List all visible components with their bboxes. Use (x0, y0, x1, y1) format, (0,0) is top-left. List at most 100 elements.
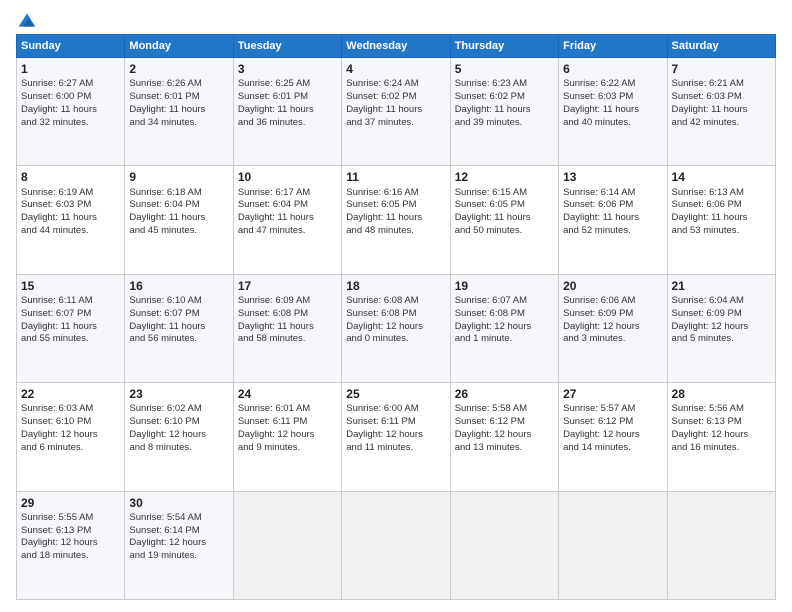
daylight-text: and 19 minutes. (129, 550, 228, 563)
calendar-week-4: 22Sunrise: 6:03 AMSunset: 6:10 PMDayligh… (17, 383, 776, 491)
day-number: 10 (238, 169, 337, 185)
header-day-tuesday: Tuesday (233, 35, 341, 58)
sunrise-text: Sunrise: 5:57 AM (563, 403, 662, 416)
calendar-week-1: 1Sunrise: 6:27 AMSunset: 6:00 PMDaylight… (17, 58, 776, 166)
calendar-cell: 1Sunrise: 6:27 AMSunset: 6:00 PMDaylight… (17, 58, 125, 166)
sunrise-text: Sunrise: 6:00 AM (346, 403, 445, 416)
daylight-text: and 11 minutes. (346, 442, 445, 455)
daylight-text: Daylight: 11 hours (129, 321, 228, 334)
sunset-text: Sunset: 6:14 PM (129, 525, 228, 538)
calendar-cell: 28Sunrise: 5:56 AMSunset: 6:13 PMDayligh… (667, 383, 775, 491)
header-day-sunday: Sunday (17, 35, 125, 58)
daylight-text: and 58 minutes. (238, 333, 337, 346)
day-number: 1 (21, 61, 120, 77)
daylight-text: and 55 minutes. (21, 333, 120, 346)
sunrise-text: Sunrise: 6:17 AM (238, 187, 337, 200)
logo-area (16, 12, 37, 30)
sunset-text: Sunset: 6:10 PM (129, 416, 228, 429)
day-number: 21 (672, 278, 771, 294)
calendar-week-5: 29Sunrise: 5:55 AMSunset: 6:13 PMDayligh… (17, 491, 776, 599)
day-number: 6 (563, 61, 662, 77)
sunrise-text: Sunrise: 5:54 AM (129, 512, 228, 525)
sunrise-text: Sunrise: 6:01 AM (238, 403, 337, 416)
calendar-header-row: SundayMondayTuesdayWednesdayThursdayFrid… (17, 35, 776, 58)
daylight-text: and 36 minutes. (238, 117, 337, 130)
calendar-cell: 15Sunrise: 6:11 AMSunset: 6:07 PMDayligh… (17, 274, 125, 382)
sunset-text: Sunset: 6:02 PM (455, 91, 554, 104)
day-number: 26 (455, 386, 554, 402)
sunset-text: Sunset: 6:05 PM (346, 199, 445, 212)
header-day-thursday: Thursday (450, 35, 558, 58)
calendar-week-3: 15Sunrise: 6:11 AMSunset: 6:07 PMDayligh… (17, 274, 776, 382)
sunset-text: Sunset: 6:05 PM (455, 199, 554, 212)
daylight-text: Daylight: 12 hours (21, 537, 120, 550)
header-day-wednesday: Wednesday (342, 35, 450, 58)
sunrise-text: Sunrise: 6:19 AM (21, 187, 120, 200)
daylight-text: Daylight: 12 hours (563, 321, 662, 334)
daylight-text: and 34 minutes. (129, 117, 228, 130)
sunrise-text: Sunrise: 6:26 AM (129, 78, 228, 91)
daylight-text: Daylight: 12 hours (129, 537, 228, 550)
daylight-text: Daylight: 11 hours (21, 104, 120, 117)
sunset-text: Sunset: 6:07 PM (21, 308, 120, 321)
day-number: 29 (21, 495, 120, 511)
sunrise-text: Sunrise: 6:06 AM (563, 295, 662, 308)
day-number: 27 (563, 386, 662, 402)
daylight-text: and 1 minute. (455, 333, 554, 346)
daylight-text: and 48 minutes. (346, 225, 445, 238)
daylight-text: and 45 minutes. (129, 225, 228, 238)
calendar-cell: 11Sunrise: 6:16 AMSunset: 6:05 PMDayligh… (342, 166, 450, 274)
sunset-text: Sunset: 6:13 PM (21, 525, 120, 538)
day-number: 13 (563, 169, 662, 185)
sunset-text: Sunset: 6:04 PM (238, 199, 337, 212)
day-number: 14 (672, 169, 771, 185)
calendar-cell: 14Sunrise: 6:13 AMSunset: 6:06 PMDayligh… (667, 166, 775, 274)
header-day-monday: Monday (125, 35, 233, 58)
daylight-text: Daylight: 11 hours (346, 104, 445, 117)
daylight-text: and 37 minutes. (346, 117, 445, 130)
daylight-text: and 32 minutes. (21, 117, 120, 130)
daylight-text: Daylight: 12 hours (129, 429, 228, 442)
day-number: 7 (672, 61, 771, 77)
sunset-text: Sunset: 6:01 PM (238, 91, 337, 104)
day-number: 11 (346, 169, 445, 185)
sunset-text: Sunset: 6:07 PM (129, 308, 228, 321)
daylight-text: and 8 minutes. (129, 442, 228, 455)
daylight-text: and 16 minutes. (672, 442, 771, 455)
day-number: 12 (455, 169, 554, 185)
calendar-cell: 29Sunrise: 5:55 AMSunset: 6:13 PMDayligh… (17, 491, 125, 599)
daylight-text: and 52 minutes. (563, 225, 662, 238)
sunrise-text: Sunrise: 6:10 AM (129, 295, 228, 308)
daylight-text: and 47 minutes. (238, 225, 337, 238)
sunrise-text: Sunrise: 6:09 AM (238, 295, 337, 308)
daylight-text: and 14 minutes. (563, 442, 662, 455)
day-number: 8 (21, 169, 120, 185)
calendar-cell: 6Sunrise: 6:22 AMSunset: 6:03 PMDaylight… (559, 58, 667, 166)
calendar-cell: 24Sunrise: 6:01 AMSunset: 6:11 PMDayligh… (233, 383, 341, 491)
calendar-cell: 12Sunrise: 6:15 AMSunset: 6:05 PMDayligh… (450, 166, 558, 274)
daylight-text: and 42 minutes. (672, 117, 771, 130)
day-number: 22 (21, 386, 120, 402)
sunset-text: Sunset: 6:10 PM (21, 416, 120, 429)
sunset-text: Sunset: 6:09 PM (563, 308, 662, 321)
daylight-text: Daylight: 12 hours (672, 321, 771, 334)
sunrise-text: Sunrise: 5:55 AM (21, 512, 120, 525)
calendar-cell (342, 491, 450, 599)
daylight-text: and 6 minutes. (21, 442, 120, 455)
day-number: 3 (238, 61, 337, 77)
page: SundayMondayTuesdayWednesdayThursdayFrid… (0, 0, 792, 612)
sunset-text: Sunset: 6:03 PM (21, 199, 120, 212)
daylight-text: Daylight: 11 hours (238, 321, 337, 334)
daylight-text: and 53 minutes. (672, 225, 771, 238)
daylight-text: Daylight: 12 hours (672, 429, 771, 442)
daylight-text: and 13 minutes. (455, 442, 554, 455)
calendar-cell: 17Sunrise: 6:09 AMSunset: 6:08 PMDayligh… (233, 274, 341, 382)
daylight-text: and 56 minutes. (129, 333, 228, 346)
calendar-cell: 18Sunrise: 6:08 AMSunset: 6:08 PMDayligh… (342, 274, 450, 382)
calendar-cell: 27Sunrise: 5:57 AMSunset: 6:12 PMDayligh… (559, 383, 667, 491)
daylight-text: and 18 minutes. (21, 550, 120, 563)
day-number: 2 (129, 61, 228, 77)
daylight-text: Daylight: 11 hours (672, 212, 771, 225)
daylight-text: Daylight: 11 hours (21, 212, 120, 225)
sunset-text: Sunset: 6:12 PM (455, 416, 554, 429)
